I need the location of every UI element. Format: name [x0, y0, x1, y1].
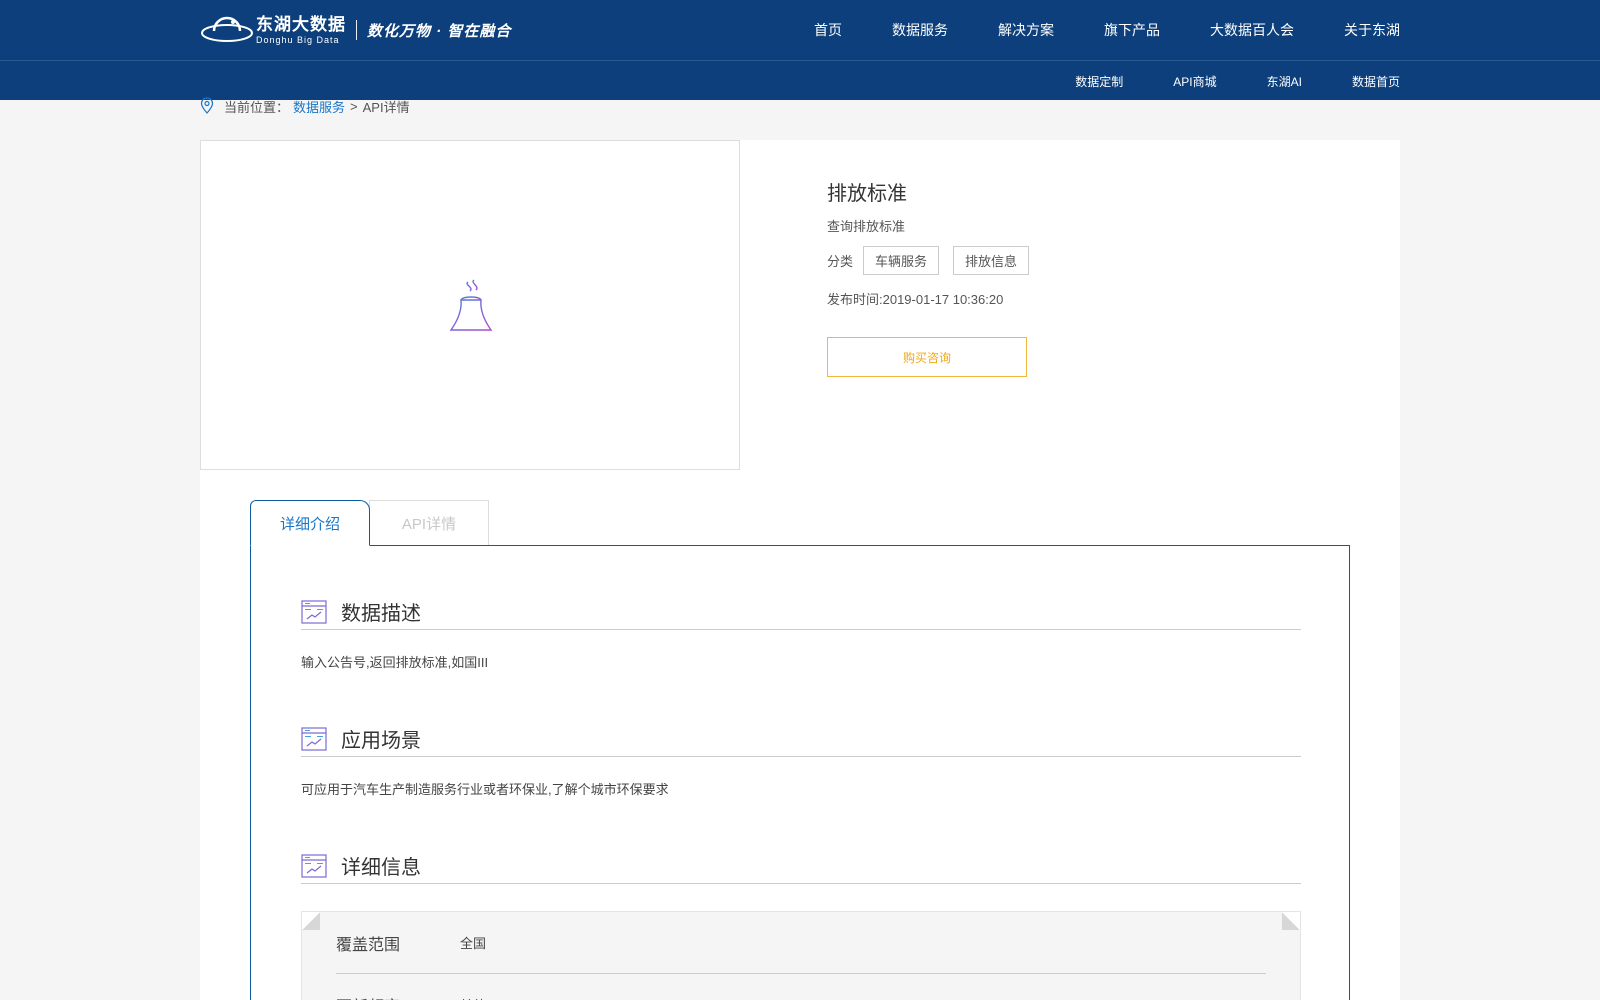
breadcrumb-current: API详情: [362, 99, 410, 115]
location-pin-icon: [200, 97, 214, 114]
breadcrumb-link[interactable]: 数据服务: [293, 97, 345, 116]
tab-detail-intro[interactable]: 详细介绍: [250, 500, 370, 546]
table-row: 更新频率 其他: [336, 974, 1266, 1000]
detail-value: 其他: [460, 995, 486, 1000]
category-tag[interactable]: 排放信息: [953, 246, 1030, 275]
section-title: 应用场景: [341, 730, 421, 752]
detail-tabs: 详细介绍 API详情: [250, 500, 489, 546]
product-panel: 排放标准 查询排放标准 分类 车辆服务 排放信息 发布时间:2019-01-17…: [200, 140, 1400, 470]
section-text: 输入公告号,返回排放标准,如国III: [301, 655, 489, 670]
product-title: 排放标准: [827, 183, 907, 205]
detail-key: 覆盖范围: [336, 936, 401, 954]
detail-area: 详细介绍 API详情 数据描述 输入公告号,返回排放标准,如国III 应用场景 …: [200, 470, 1400, 1000]
publish-time: 发布时间:2019-01-17 10:36:20: [827, 292, 1004, 307]
chart-window-icon: [301, 599, 327, 624]
section-details: 详细信息: [301, 848, 1301, 884]
section-text: 可应用于汽车生产制造服务行业或者环保业,了解个城市环保要求: [301, 782, 669, 797]
nav-about[interactable]: 关于东湖: [1344, 20, 1400, 40]
main-nav: 首页 数据服务 解决方案 旗下产品 大数据百人会 关于东湖: [764, 0, 1400, 60]
sub-nav: 数据定制 API商城 东湖AI 数据首页: [1025, 61, 1400, 101]
breadcrumb-prefix: 当前位置：: [224, 99, 290, 115]
nav-home[interactable]: 首页: [814, 20, 842, 40]
site-logo[interactable]: 东湖大数据 Donghu Big Data 数化万物 · 智在融合: [200, 12, 511, 48]
corner-fold: [302, 912, 320, 930]
detail-key: 更新频率: [336, 993, 460, 1000]
product-thumbnail: [200, 140, 740, 470]
subnav-data-custom[interactable]: 数据定制: [1075, 73, 1123, 90]
subnav-api-store[interactable]: API商城: [1173, 73, 1216, 90]
section-title: 数据描述: [341, 603, 421, 625]
tab-api-detail[interactable]: API详情: [369, 500, 489, 545]
sub-header: 数据定制 API商城 东湖AI 数据首页: [0, 60, 1600, 100]
category-tag[interactable]: 车辆服务: [863, 246, 940, 275]
nav-bigdata-club[interactable]: 大数据百人会: [1210, 20, 1294, 40]
breadcrumb: 当前位置： 数据服务 > API详情: [200, 96, 410, 116]
category-label: 分类: [827, 254, 854, 269]
planet-logo-icon: [201, 16, 253, 42]
logo-slogan: 数化万物 · 智在融合: [367, 22, 512, 40]
nav-data-service[interactable]: 数据服务: [892, 20, 948, 40]
chart-window-icon: [301, 726, 327, 751]
buy-consult-button[interactable]: 购买咨询: [827, 337, 1027, 377]
corner-fold: [1282, 912, 1300, 930]
product-description: 查询排放标准: [827, 219, 906, 234]
section-use-cases: 应用场景: [301, 721, 1301, 757]
subnav-donghu-ai[interactable]: 东湖AI: [1267, 73, 1302, 90]
subnav-data-home[interactable]: 数据首页: [1352, 73, 1400, 90]
breadcrumb-separator: >: [350, 98, 358, 114]
section-title: 详细信息: [341, 857, 421, 879]
section-data-description: 数据描述: [301, 594, 1301, 630]
chart-window-icon: [301, 853, 327, 878]
detail-table: 覆盖范围 全国 更新频率 其他: [301, 911, 1301, 1000]
logo-text: 东湖大数据 Donghu Big Data: [256, 16, 346, 45]
top-header: 东湖大数据 Donghu Big Data 数化万物 · 智在融合 首页 数据服…: [0, 0, 1600, 60]
nav-products[interactable]: 旗下产品: [1104, 20, 1160, 40]
detail-rows: 覆盖范围 全国 更新频率 其他: [336, 912, 1266, 1000]
table-row: 覆盖范围 全国: [336, 912, 1266, 974]
tab-content: 数据描述 输入公告号,返回排放标准,如国III 应用场景 可应用于汽车生产制造服…: [250, 545, 1350, 1000]
product-categories: 分类 车辆服务 排放信息: [827, 246, 1043, 275]
logo-cn: 东湖大数据: [256, 14, 346, 34]
detail-value: 全国: [460, 936, 487, 951]
nav-solutions[interactable]: 解决方案: [998, 20, 1054, 40]
logo-en: Donghu Big Data: [256, 34, 340, 45]
logo-divider: [356, 20, 357, 40]
cooling-tower-icon: [449, 279, 493, 331]
